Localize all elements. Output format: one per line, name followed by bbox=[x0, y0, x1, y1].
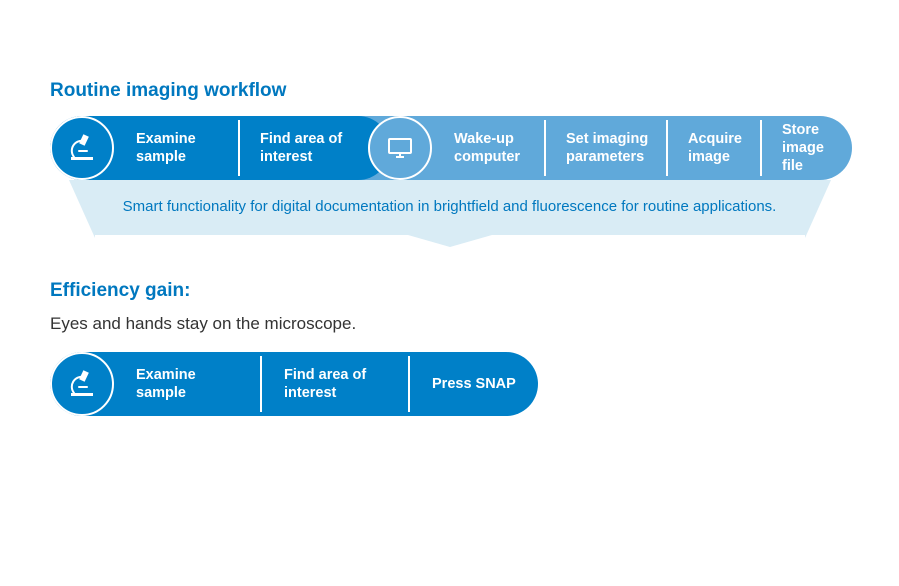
top-step-wakeup-computer: Wake-up computer bbox=[440, 116, 540, 180]
divider bbox=[408, 356, 410, 412]
microscope-icon bbox=[50, 352, 114, 416]
bottom-step2-label: Find area of interest bbox=[284, 366, 390, 402]
bottom-section-title: Efficiency gain: bbox=[50, 280, 849, 302]
top-step5-label: Acquire image bbox=[688, 130, 759, 166]
banner-arrow-tip bbox=[408, 235, 492, 247]
microscope-icon-svg bbox=[65, 131, 99, 165]
divider bbox=[260, 356, 262, 412]
top-step1-label: Examine sample bbox=[136, 130, 232, 166]
diagram-canvas: Routine imaging workflow Examine sample bbox=[0, 80, 899, 586]
top-workflow-bar: Examine sample Find area of interest Wak… bbox=[50, 116, 852, 180]
bottom-step-find-area: Find area of interest bbox=[270, 352, 390, 416]
bottom-step3-label: Press SNAP bbox=[432, 375, 516, 393]
divider bbox=[760, 120, 762, 176]
top-step-store-file: Store image file bbox=[768, 116, 848, 180]
microscope-icon bbox=[50, 116, 114, 180]
top-step4-label: Set imaging parameters bbox=[566, 130, 662, 166]
divider bbox=[238, 120, 240, 176]
bottom-subtitle: Eyes and hands stay on the microscope. bbox=[50, 314, 849, 334]
bottom-step-press-snap: Press SNAP bbox=[418, 352, 528, 416]
description-banner: Smart functionality for digital document… bbox=[95, 180, 805, 235]
bottom-step1-label: Examine sample bbox=[136, 366, 242, 402]
bottom-step-examine-sample: Examine sample bbox=[122, 352, 242, 416]
top-step-acquire-image: Acquire image bbox=[674, 116, 759, 180]
bottom-workflow-bar: Examine sample Find area of interest Pre… bbox=[50, 352, 538, 416]
top-section-title: Routine imaging workflow bbox=[50, 80, 849, 102]
top-step-examine-sample: Examine sample bbox=[122, 116, 232, 180]
microscope-icon-svg bbox=[65, 367, 99, 401]
top-step2-label: Find area of interest bbox=[260, 130, 356, 166]
top-step6-label: Store image file bbox=[782, 121, 848, 175]
monitor-icon-svg bbox=[384, 132, 416, 164]
top-step-set-params: Set imaging parameters bbox=[552, 116, 662, 180]
monitor-icon bbox=[368, 116, 432, 180]
divider bbox=[544, 120, 546, 176]
banner-text: Smart functionality for digital document… bbox=[123, 198, 777, 215]
divider bbox=[666, 120, 668, 176]
banner-wrap: Smart functionality for digital document… bbox=[50, 180, 849, 260]
top-step-find-area: Find area of interest bbox=[246, 116, 356, 180]
top-step3-label: Wake-up computer bbox=[454, 130, 540, 166]
